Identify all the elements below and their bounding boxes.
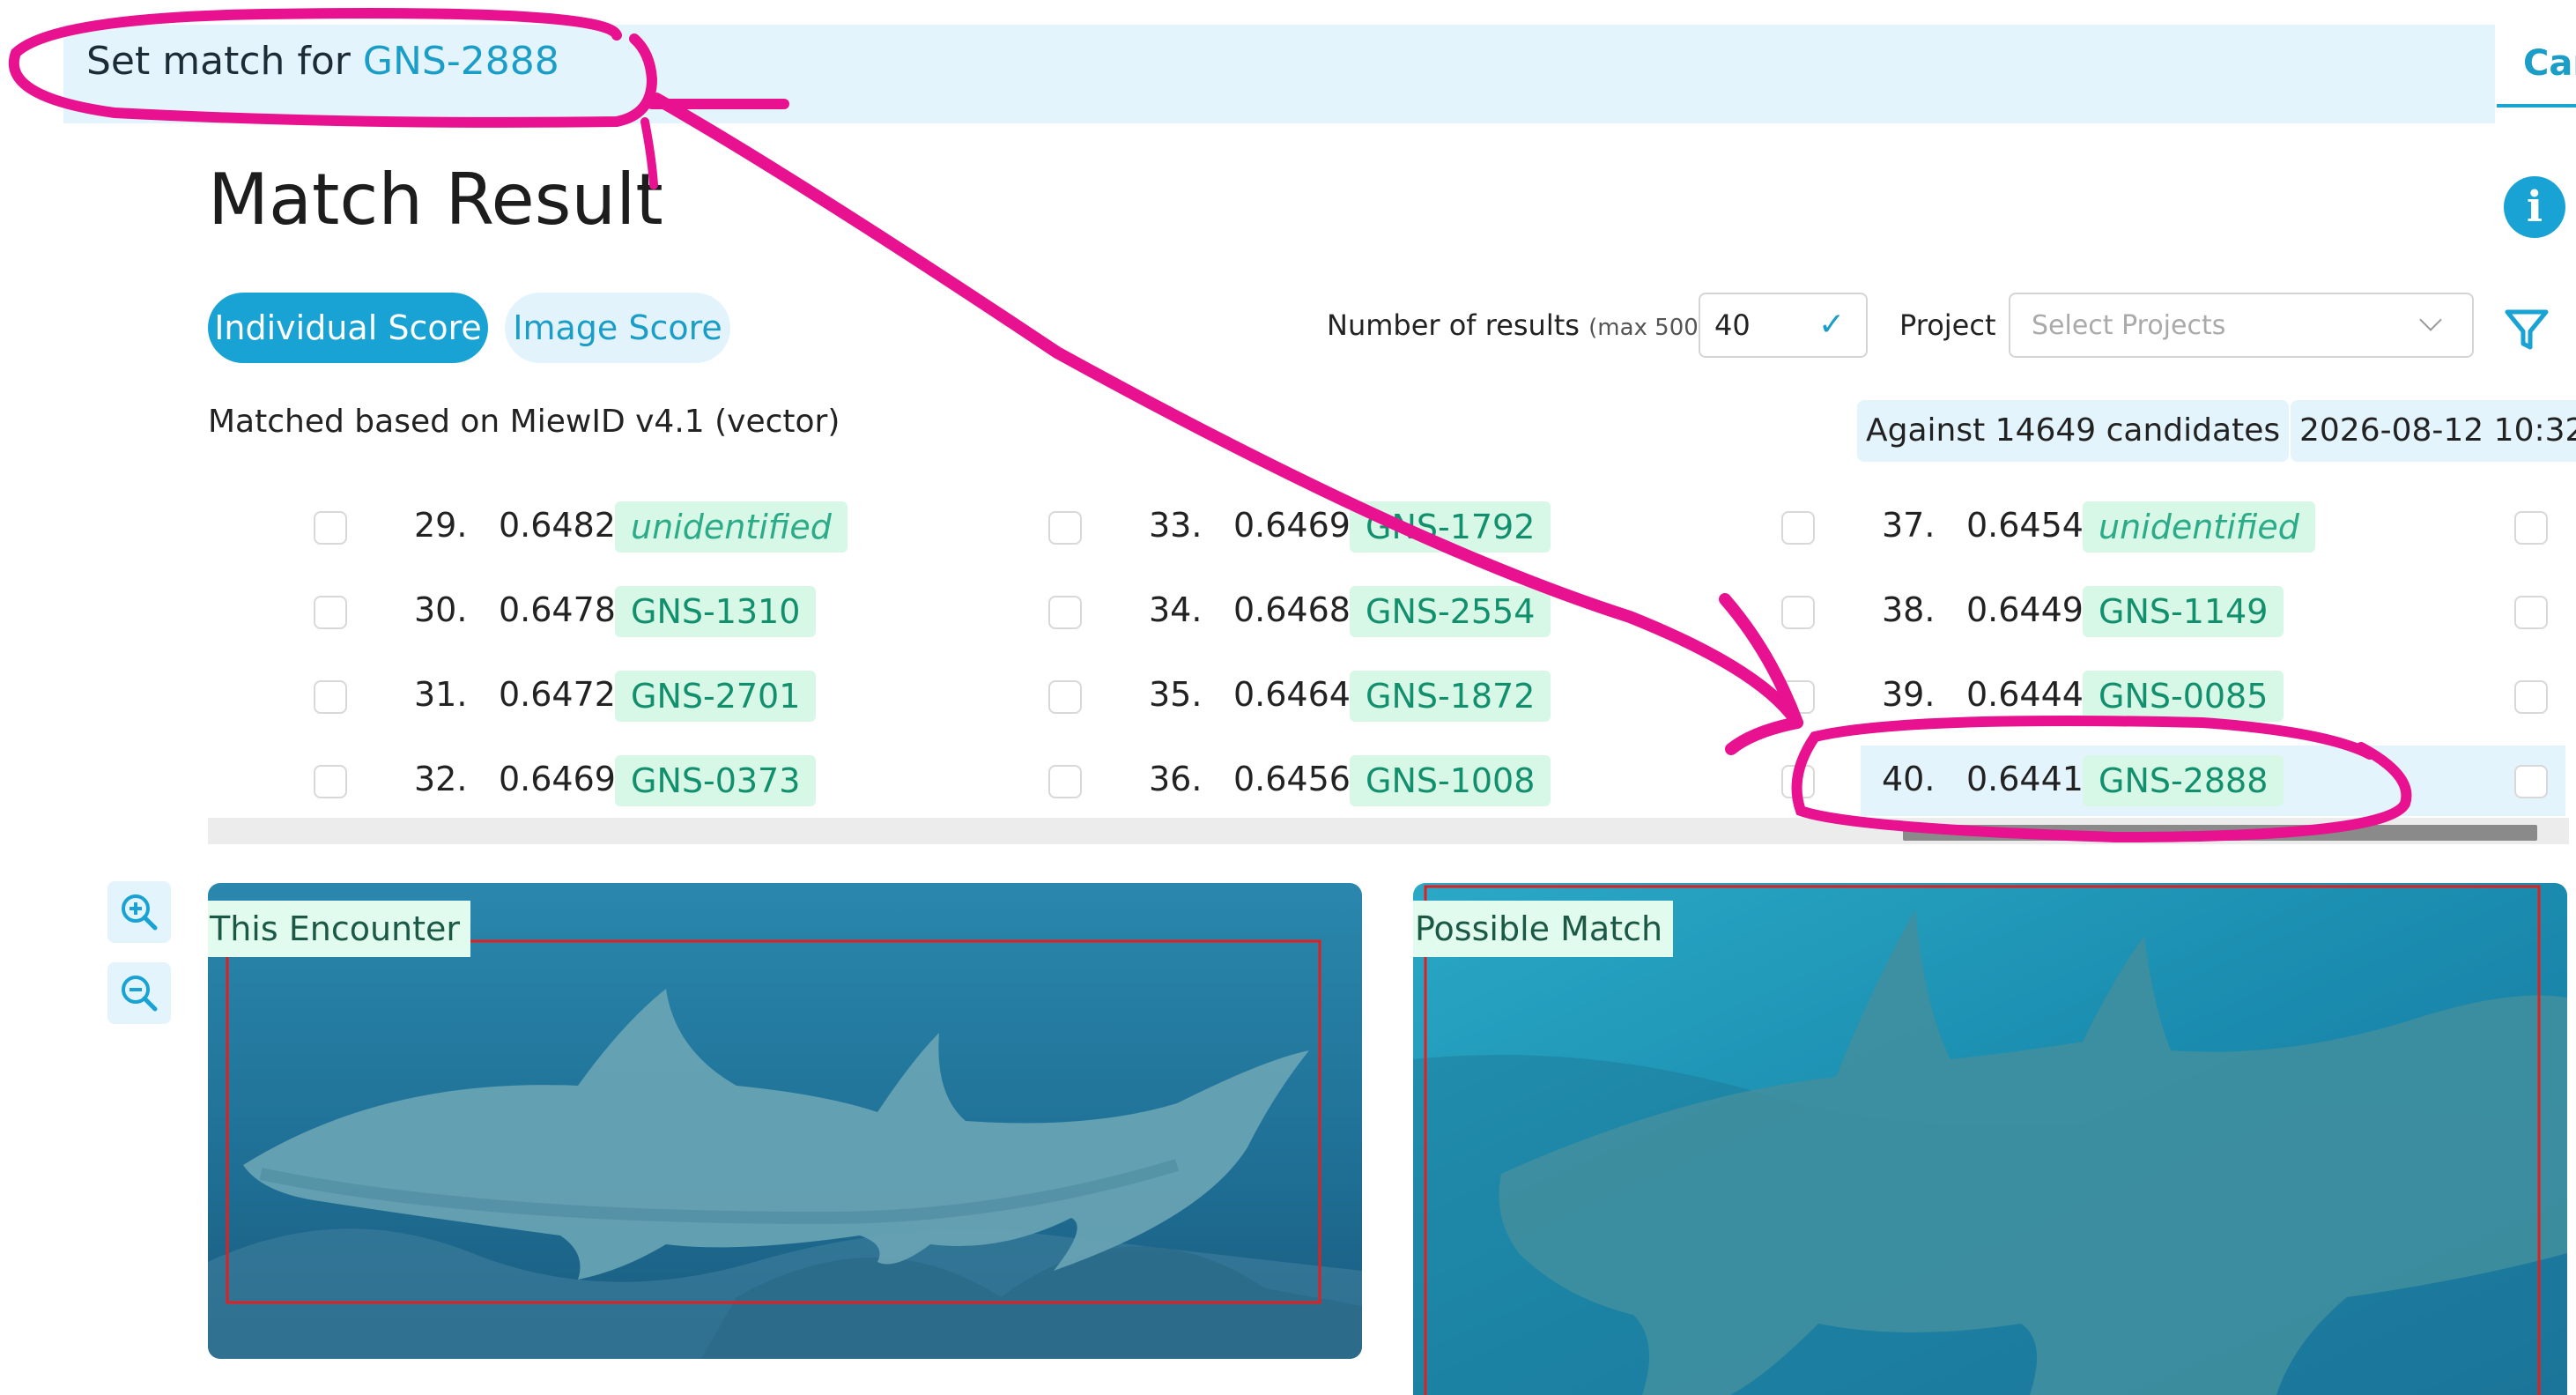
zoom-in-button[interactable]	[107, 881, 171, 943]
result-checkbox[interactable]	[1781, 680, 1815, 714]
scrollbar-thumb[interactable]	[1903, 825, 2537, 841]
result-rank: 40.	[1882, 760, 1936, 798]
result-checkbox[interactable]	[1048, 680, 1082, 714]
result-rank: 36.	[1149, 760, 1203, 798]
result-score: 0.6464	[1233, 675, 1351, 714]
match-datetime-chip: 2026-08-12 10:32	[2291, 400, 2576, 462]
result-individual-tag[interactable]: unidentified	[2083, 501, 2315, 553]
result-checkbox[interactable]	[1781, 765, 1815, 798]
result-rank: 37.	[1882, 506, 1936, 545]
result-rank: 32.	[414, 760, 468, 798]
result-checkbox[interactable]	[2514, 680, 2548, 714]
this-encounter-label: This Encounter	[208, 901, 471, 957]
set-match-prefix: Set match for	[86, 39, 351, 84]
tab-image-score[interactable]: Image Score	[505, 293, 730, 363]
result-individual-tag[interactable]: GNS-1149	[2083, 586, 2284, 637]
result-score: 0.6469	[499, 760, 616, 798]
result-individual-tag[interactable]: GNS-1310	[615, 586, 817, 637]
matched-based-on-text: Matched based on MiewID v4.1 (vector)	[208, 404, 840, 440]
result-rank: 38.	[1882, 590, 1936, 629]
page-title: Match Result	[208, 159, 663, 241]
number-of-results-label: Number of results (max 500)	[1327, 308, 1707, 342]
result-score: 0.6482	[499, 506, 616, 545]
result-checkbox[interactable]	[1048, 511, 1082, 545]
result-individual-tag[interactable]: unidentified	[615, 501, 848, 553]
result-rank: 29.	[414, 506, 468, 545]
results-label-text: Number of results	[1327, 308, 1580, 342]
result-score: 0.6449	[1966, 590, 2084, 629]
result-individual-tag[interactable]: GNS-2701	[615, 671, 817, 722]
results-max-text: (max 500)	[1588, 315, 1707, 341]
result-individual-tag[interactable]: GNS-0373	[615, 755, 817, 806]
possible-match-label: Possible Match	[1413, 901, 1674, 957]
zoom-in-icon	[122, 894, 158, 931]
result-score: 0.6469	[1233, 506, 1351, 545]
result-individual-tag[interactable]: GNS-1872	[1350, 671, 1551, 722]
number-of-results-value[interactable]: 40	[1714, 308, 1751, 342]
tab-individual-score[interactable]: Individual Score	[208, 293, 488, 363]
result-individual-tag[interactable]: GNS-2888	[2083, 755, 2284, 806]
project-label: Project	[1899, 308, 1996, 342]
filter-icon[interactable]	[2502, 305, 2551, 354]
result-checkbox[interactable]	[1048, 596, 1082, 629]
result-rank: 33.	[1149, 506, 1203, 545]
result-individual-tag[interactable]: GNS-1008	[1350, 755, 1551, 806]
result-checkbox[interactable]	[1781, 511, 1815, 545]
set-match-id-link[interactable]: GNS-2888	[363, 39, 559, 84]
result-score: 0.6478	[499, 590, 616, 629]
project-placeholder[interactable]: Select Projects	[2032, 310, 2225, 341]
result-rank: 39.	[1882, 675, 1936, 714]
result-rank: 31.	[414, 675, 468, 714]
result-score: 0.6441	[1966, 760, 2084, 798]
result-score: 0.6456	[1233, 760, 1351, 798]
result-individual-tag[interactable]: GNS-1792	[1350, 501, 1551, 553]
candidates-count-chip: Against 14649 candidates	[1857, 400, 2290, 462]
info-icon[interactable]: i	[2504, 176, 2565, 238]
result-checkbox[interactable]	[1048, 765, 1082, 798]
result-checkbox[interactable]	[314, 765, 347, 798]
result-rank: 35.	[1149, 675, 1203, 714]
result-score: 0.6444	[1966, 675, 2084, 714]
result-rank: 34.	[1149, 590, 1203, 629]
result-checkbox[interactable]	[2514, 765, 2548, 798]
zoom-out-button[interactable]	[107, 962, 171, 1024]
check-icon[interactable]: ✓	[1818, 307, 1845, 343]
set-match-title: Set match for GNS-2888	[86, 39, 559, 84]
result-rank: 30.	[414, 590, 468, 629]
cancel-button[interactable]: Can	[2497, 28, 2576, 108]
result-individual-tag[interactable]: GNS-2554	[1350, 586, 1551, 637]
result-score: 0.6468	[1233, 590, 1351, 629]
result-checkbox[interactable]	[314, 511, 347, 545]
result-checkbox[interactable]	[2514, 511, 2548, 545]
result-checkbox[interactable]	[314, 680, 347, 714]
result-checkbox[interactable]	[2514, 596, 2548, 629]
zoom-out-icon	[122, 976, 158, 1012]
result-checkbox[interactable]	[1781, 596, 1815, 629]
result-checkbox[interactable]	[314, 596, 347, 629]
result-score: 0.6454	[1966, 506, 2084, 545]
possible-match-image[interactable]	[1413, 883, 2567, 1395]
result-individual-tag[interactable]: GNS-0085	[2083, 671, 2284, 722]
result-score: 0.6472	[499, 675, 616, 714]
